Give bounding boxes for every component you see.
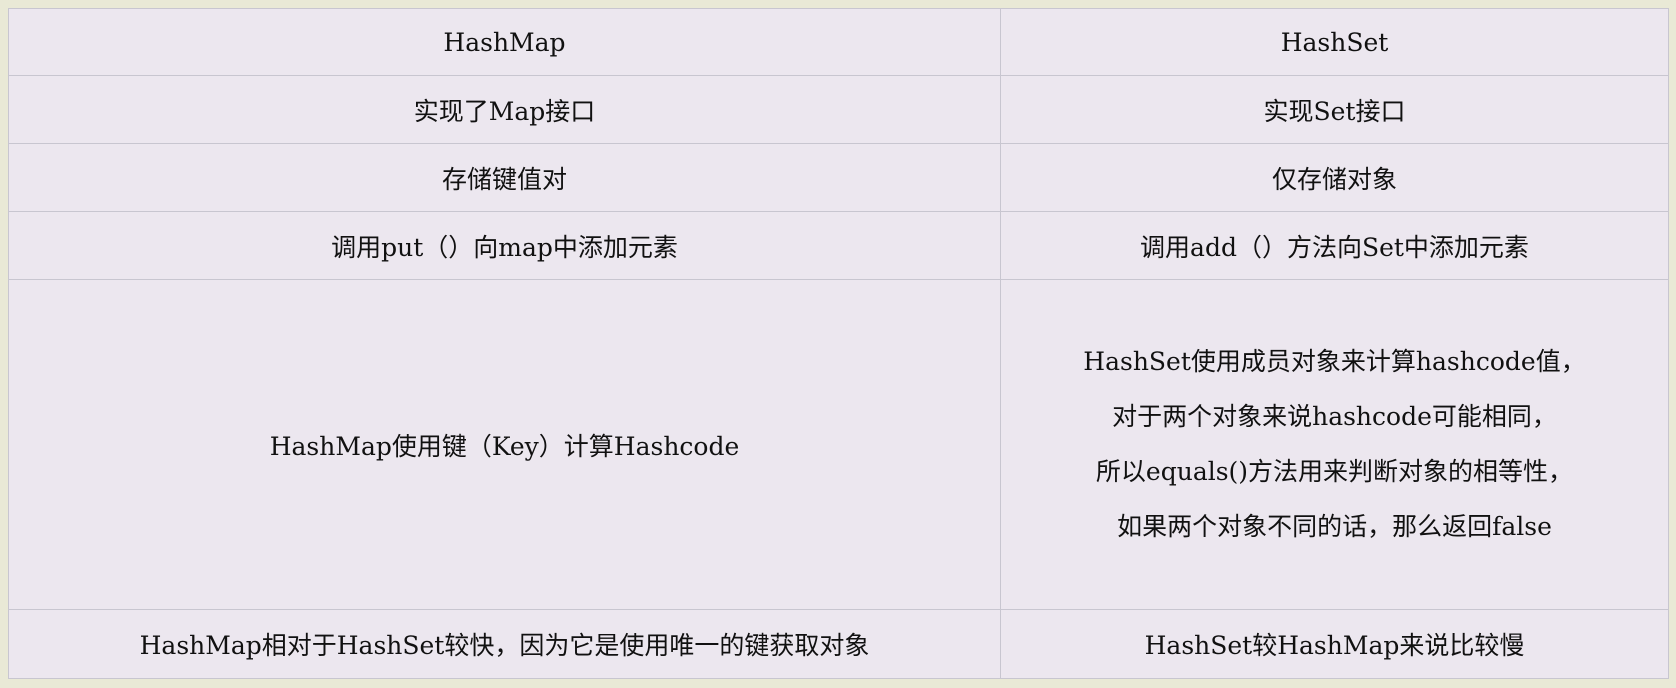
cell-hashmap-add-method: 调用put（）向map中添加元素 bbox=[8, 211, 1001, 280]
cell-hashset-hashcode: HashSet使用成员对象来计算hashcode值， 对于两个对象来说hashc… bbox=[1000, 279, 1669, 610]
cell-hashset-interface: 实现Set接口 bbox=[1000, 75, 1669, 144]
hashmap-hashset-comparison-table: HashMap HashSet 实现了Map接口 实现Set接口 存储键值对 仅… bbox=[8, 8, 1669, 679]
table-header-row: HashMap HashSet bbox=[8, 8, 1669, 76]
hashset-hashcode-line: 对于两个对象来说hashcode可能相同， bbox=[1112, 402, 1557, 431]
cell-hashset-add-method: 调用add（）方法向Set中添加元素 bbox=[1000, 211, 1669, 280]
table-row: 存储键值对 仅存储对象 bbox=[8, 143, 1669, 212]
cell-hashset-speed: HashSet较HashMap来说比较慢 bbox=[1000, 609, 1669, 679]
table-row: 实现了Map接口 实现Set接口 bbox=[8, 75, 1669, 144]
hashset-hashcode-line: HashSet使用成员对象来计算hashcode值， bbox=[1083, 347, 1586, 376]
header-hashset: HashSet bbox=[1000, 8, 1669, 76]
comparison-table-container: HashMap HashSet 实现了Map接口 实现Set接口 存储键值对 仅… bbox=[8, 8, 1669, 679]
cell-hashset-storage: 仅存储对象 bbox=[1000, 143, 1669, 212]
cell-hashmap-speed: HashMap相对于HashSet较快，因为它是使用唯一的键获取对象 bbox=[8, 609, 1001, 679]
hashset-hashcode-line: 所以equals()方法用来判断对象的相等性， bbox=[1095, 457, 1574, 486]
table-row: HashMap相对于HashSet较快，因为它是使用唯一的键获取对象 HashS… bbox=[8, 609, 1669, 679]
table-row: HashMap使用键（Key）计算Hashcode HashSet使用成员对象来… bbox=[8, 279, 1669, 610]
header-hashmap: HashMap bbox=[8, 8, 1001, 76]
hashset-hashcode-line: 如果两个对象不同的话，那么返回false bbox=[1117, 512, 1552, 541]
cell-hashmap-interface: 实现了Map接口 bbox=[8, 75, 1001, 144]
cell-hashmap-hashcode: HashMap使用键（Key）计算Hashcode bbox=[8, 279, 1001, 610]
cell-hashmap-storage: 存储键值对 bbox=[8, 143, 1001, 212]
table-row: 调用put（）向map中添加元素 调用add（）方法向Set中添加元素 bbox=[8, 211, 1669, 280]
